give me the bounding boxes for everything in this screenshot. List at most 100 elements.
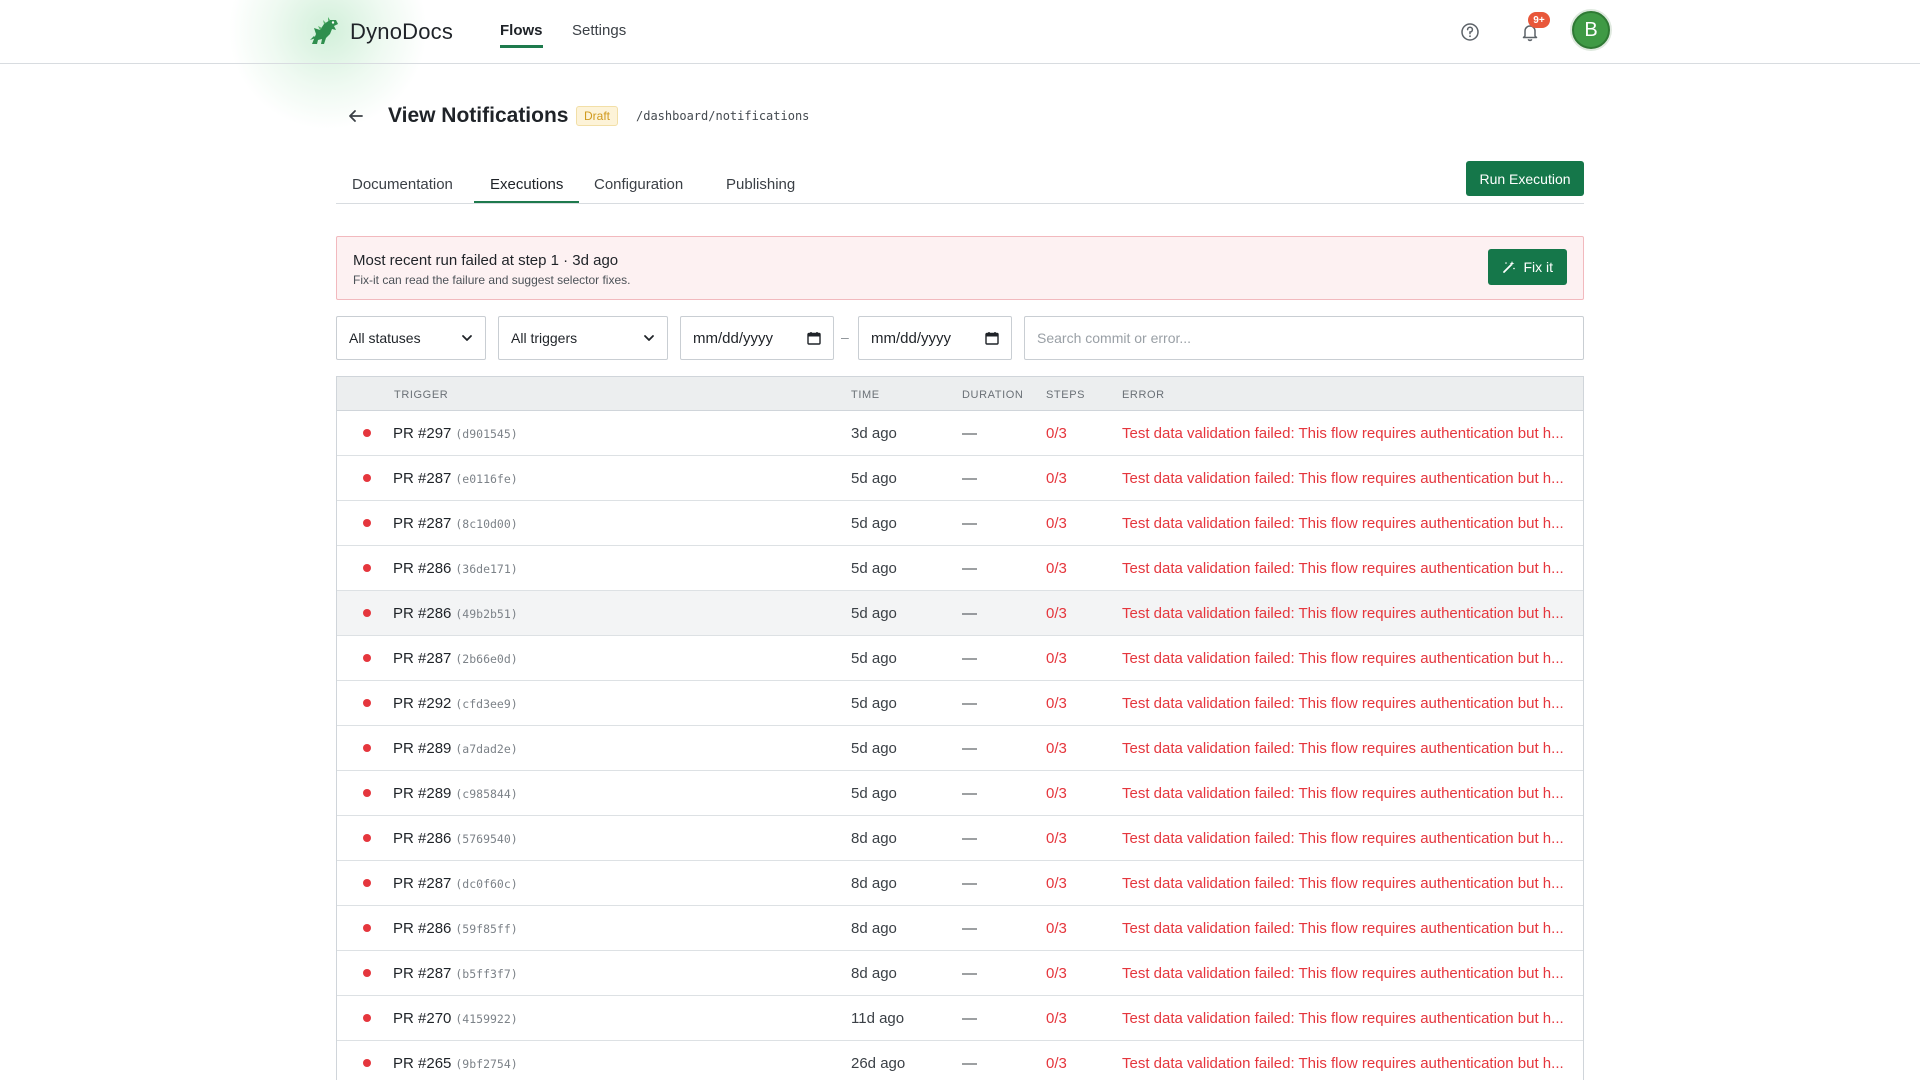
status-dot — [363, 789, 371, 797]
tab-executions[interactable]: Executions — [474, 176, 580, 203]
status-dot — [363, 699, 371, 707]
time-cell: 8d ago — [851, 830, 897, 847]
back-button[interactable] — [344, 104, 368, 128]
commit-sha: (36de171) — [455, 562, 518, 576]
steps-cell: 0/3 — [1046, 965, 1067, 982]
date-to-input[interactable]: mm/dd/yyyy — [858, 316, 1012, 360]
time-cell: 5d ago — [851, 695, 897, 712]
status-dot — [363, 924, 371, 932]
duration-cell: — — [962, 605, 977, 622]
app-name: DynoDocs — [350, 19, 454, 44]
error-cell: Test data validation failed: This flow r… — [1122, 605, 1564, 622]
status-dot — [363, 429, 371, 437]
help-icon — [1461, 23, 1479, 41]
commit-sha: (c985844) — [455, 787, 518, 801]
time-cell: 8d ago — [851, 920, 897, 937]
time-cell: 5d ago — [851, 605, 897, 622]
calendar-icon — [807, 332, 821, 345]
chevron-down-icon — [644, 335, 654, 341]
status-dot — [363, 519, 371, 527]
trigger-filter-select[interactable]: All triggers — [498, 316, 668, 360]
user-avatar[interactable]: B — [1572, 11, 1610, 49]
table-row[interactable]: PR #292 (cfd3ee9) 5d ago — 0/3 Test data vali… — [337, 681, 1583, 726]
date-to-value: mm/dd/yyyy — [871, 329, 952, 347]
time-cell: 26d ago — [851, 1055, 906, 1072]
status-dot — [363, 834, 371, 842]
commit-sha: (d901545) — [455, 427, 518, 441]
pr-number: PR #286 — [393, 920, 452, 937]
tab-configuration[interactable]: Configuration — [578, 176, 699, 201]
trigger-cell: PR #287 (2b66e0d) — [393, 650, 518, 667]
commit-sha: (4159922) — [455, 1012, 518, 1026]
steps-cell: 0/3 — [1046, 515, 1067, 532]
nav-link-settings[interactable]: Settings — [572, 22, 626, 45]
table-row[interactable]: PR #289 (a7dad2e) 5d ago — 0/3 Test data vali… — [337, 726, 1583, 771]
time-cell: 5d ago — [851, 470, 897, 487]
chevron-down-icon — [462, 335, 472, 341]
table-row[interactable]: PR #297 (d901545) 3d ago — 0/3 Test data vali… — [337, 411, 1583, 456]
tab-publishing[interactable]: Publishing — [710, 176, 811, 201]
help-button[interactable] — [1456, 18, 1484, 46]
commit-sha: (e0116fe) — [455, 472, 518, 486]
table-row[interactable]: PR #265 (9bf2754) 26d ago — 0/3 Test data val… — [337, 1041, 1583, 1080]
dino-logo-icon — [310, 17, 338, 44]
search-input[interactable] — [1024, 316, 1584, 360]
table-header: TRIGGER TIME DURATION STEPS ERROR — [337, 377, 1583, 411]
duration-cell: — — [962, 695, 977, 712]
table-row[interactable]: PR #287 (e0116fe) 5d ago — 0/3 Test data vali… — [337, 456, 1583, 501]
error-cell: Test data validation failed: This flow r… — [1122, 695, 1564, 712]
fix-it-button[interactable]: Fix it — [1488, 249, 1567, 285]
trigger-filter-value: All triggers — [511, 330, 578, 346]
steps-cell: 0/3 — [1046, 1010, 1067, 1027]
table-row[interactable]: PR #286 (5769540) 8d ago — 0/3 Test data vali… — [337, 816, 1583, 861]
pr-number: PR #287 — [393, 470, 452, 487]
duration-cell: — — [962, 515, 977, 532]
table-row[interactable]: PR #287 (2b66e0d) 5d ago — 0/3 Test data vali… — [337, 636, 1583, 681]
status-dot — [363, 654, 371, 662]
pr-number: PR #289 — [393, 740, 452, 757]
trigger-cell: PR #287 (e0116fe) — [393, 470, 518, 487]
date-range-separator: – — [841, 329, 849, 345]
pr-number: PR #287 — [393, 965, 452, 982]
trigger-cell: PR #270 (4159922) — [393, 1010, 518, 1027]
tab-documentation[interactable]: Documentation — [336, 176, 469, 201]
table-row[interactable]: PR #287 (dc0f60c) 8d ago — 0/3 Test data vali… — [337, 861, 1583, 906]
status-dot — [363, 609, 371, 617]
error-cell: Test data validation failed: This flow r… — [1122, 1055, 1564, 1072]
time-cell: 5d ago — [851, 650, 897, 667]
date-from-input[interactable]: mm/dd/yyyy — [680, 316, 834, 360]
arrow-left-icon — [349, 110, 363, 122]
duration-cell: — — [962, 1010, 977, 1027]
commit-sha: (49b2b51) — [455, 607, 518, 621]
pr-number: PR #297 — [393, 425, 452, 442]
header-time: TIME — [851, 389, 880, 401]
trigger-cell: PR #286 (49b2b51) — [393, 605, 518, 622]
commit-sha: (59f85ff) — [455, 922, 518, 936]
brand[interactable]: DynoDocs — [306, 14, 453, 50]
time-cell: 8d ago — [851, 965, 897, 982]
status-filter-select[interactable]: All statuses — [336, 316, 486, 360]
table-row[interactable]: PR #287 (8c10d00) 5d ago — 0/3 Test data vali… — [337, 501, 1583, 546]
commit-sha: (2b66e0d) — [455, 652, 518, 666]
error-cell: Test data validation failed: This flow r… — [1122, 470, 1564, 487]
error-cell: Test data validation failed: This flow r… — [1122, 875, 1564, 892]
commit-sha: (a7dad2e) — [455, 742, 518, 756]
error-cell: Test data validation failed: This flow r… — [1122, 965, 1564, 982]
run-execution-button[interactable]: Run Execution — [1466, 161, 1584, 196]
table-row[interactable]: PR #286 (49b2b51) 5d ago — 0/3 Test data vali… — [337, 591, 1583, 636]
table-row[interactable]: PR #270 (4159922) 11d ago — 0/3 Test data val… — [337, 996, 1583, 1041]
steps-cell: 0/3 — [1046, 1055, 1067, 1072]
trigger-cell: PR #289 (a7dad2e) — [393, 740, 518, 757]
table-row[interactable]: PR #286 (59f85ff) 8d ago — 0/3 Test data vali… — [337, 906, 1583, 951]
executions-table: TRIGGER TIME DURATION STEPS ERROR PR #29… — [336, 376, 1584, 1080]
nav-link-flows[interactable]: Flows — [500, 22, 543, 48]
header-error: ERROR — [1122, 389, 1165, 401]
error-cell: Test data validation failed: This flow r… — [1122, 740, 1564, 757]
error-cell: Test data validation failed: This flow r… — [1122, 920, 1564, 937]
commit-sha: (9bf2754) — [455, 1057, 518, 1071]
duration-cell: — — [962, 785, 977, 802]
table-row[interactable]: PR #289 (c985844) 5d ago — 0/3 Test data vali… — [337, 771, 1583, 816]
table-row[interactable]: PR #286 (36de171) 5d ago — 0/3 Test data vali… — [337, 546, 1583, 591]
table-row[interactable]: PR #287 (b5ff3f7) 8d ago — 0/3 Test data vali… — [337, 951, 1583, 996]
time-cell: 5d ago — [851, 740, 897, 757]
